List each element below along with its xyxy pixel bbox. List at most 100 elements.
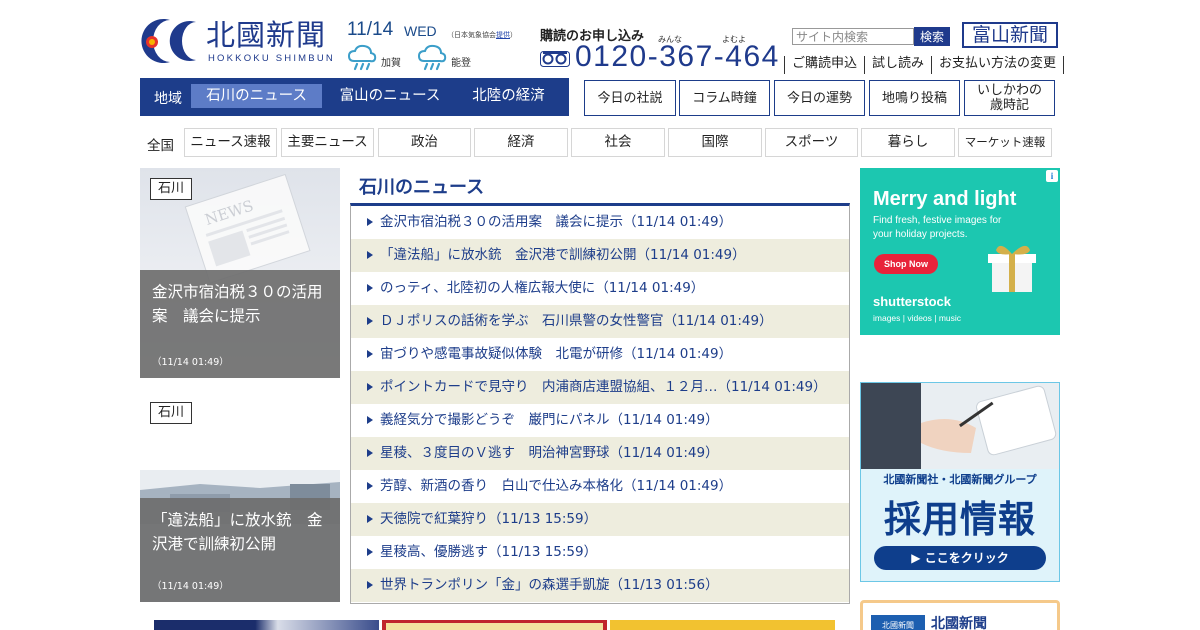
hokkoku-logo[interactable]: 北國新聞 HOKKOKU SHIMBUN xyxy=(140,16,340,66)
tab-economy[interactable]: 経済 xyxy=(474,128,568,157)
arrow-icon xyxy=(367,416,373,424)
list-item[interactable]: 星稜、３度目のＶ逃す 明治神宮野球（11/14 01:49） xyxy=(351,437,849,470)
news-list: 金沢市宿泊税３０の活用案 議会に提示（11/14 01:49） 「違法船」に放水… xyxy=(350,203,850,604)
reader-posts-button[interactable]: 地鳴り投稿 xyxy=(869,80,960,116)
logo-text: 北國新聞 xyxy=(206,18,327,52)
list-item[interactable]: 宙づりや感電事故疑似体験 北電が研修（11/14 01:49） xyxy=(351,338,849,371)
list-item[interactable]: 天徳院で紅葉狩り（11/13 15:59） xyxy=(351,503,849,536)
logo-subtitle: HOKKOKU SHIMBUN xyxy=(208,53,335,64)
region-badge: 石川 xyxy=(150,402,192,424)
arrow-icon xyxy=(367,218,373,226)
hokkoku-banner[interactable]: 北國新聞 北國新聞 xyxy=(860,600,1060,630)
recruitment-ad[interactable]: 北國新聞社・北國新聞グループ 採用情報 ▶ ここをクリック xyxy=(860,382,1060,582)
subscribe-phone-number[interactable]: 0120-367-464 xyxy=(575,40,780,74)
site-search-button[interactable]: 検索 xyxy=(914,27,950,46)
shop-now-button[interactable]: Shop Now xyxy=(874,254,938,274)
arrow-icon xyxy=(367,515,373,523)
feature-headline[interactable]: 「違法船」に放水銃 金沢港で訓練初公開 xyxy=(152,508,334,556)
list-item[interactable]: のっティ、北陸初の人権広報大使に（11/14 01:49） xyxy=(351,272,849,305)
tab-toyama-news[interactable]: 富山のニュース xyxy=(325,84,455,108)
tab-breaking-news[interactable]: ニュース速報 xyxy=(184,128,277,157)
tab-society[interactable]: 社会 xyxy=(571,128,665,157)
region-nav-label: 地域 xyxy=(154,91,182,107)
list-item[interactable]: 「違法船」に放水銃 金沢港で訓練初公開（11/14 01:49） xyxy=(351,239,849,272)
news-headline[interactable]: のっティ、北陸初の人権広報大使に（11/14 01:49） xyxy=(380,280,704,296)
ad-info-icon[interactable]: i xyxy=(1046,170,1058,182)
shutterstock-ad[interactable]: i Merry and light Find fresh, festive im… xyxy=(860,168,1060,335)
trial-link[interactable]: 試し読み xyxy=(864,56,931,74)
arrow-icon xyxy=(367,317,373,325)
news-headline[interactable]: ＤＪポリスの話術を学ぶ 石川県警の女性警官（11/14 01:49） xyxy=(380,313,773,329)
arrow-icon xyxy=(367,482,373,490)
tab-international[interactable]: 国際 xyxy=(668,128,762,157)
recruit-click-button[interactable]: ▶ ここをクリック xyxy=(874,546,1046,570)
arrow-icon xyxy=(367,449,373,457)
feature-caption: 「違法船」に放水銃 金沢港で訓練初公開 （11/14 01:49） xyxy=(140,498,340,602)
news-headline[interactable]: 天徳院で紅葉狩り（11/13 15:59） xyxy=(380,511,597,527)
logo-mark-icon xyxy=(141,19,196,63)
news-headline[interactable]: 世界トランポリン「金」の森選手凱旋（11/13 01:56） xyxy=(380,577,719,593)
column-jisho-button[interactable]: コラム時鐘 xyxy=(679,80,770,116)
recruit-org: 北國新聞社・北國新聞グループ xyxy=(883,473,1037,486)
list-item[interactable]: 星稜高、優勝逃す（11/13 15:59） xyxy=(351,536,849,569)
today-weekday: WED xyxy=(404,23,437,39)
tab-lifestyle[interactable]: 暮らし xyxy=(861,128,955,157)
recruit-title: 採用情報 xyxy=(884,498,1036,541)
arrow-icon xyxy=(367,548,373,556)
section-title: 石川のニュース xyxy=(359,177,485,198)
horoscope-button[interactable]: 今日の運勢 xyxy=(774,80,865,116)
site-search-input[interactable] xyxy=(792,28,914,45)
tab-sports[interactable]: スポーツ xyxy=(765,128,858,157)
tab-hokuriku-economy[interactable]: 北陸の経済 xyxy=(458,84,559,108)
list-item[interactable]: ＤＪポリスの話術を学ぶ 石川県警の女性警官（11/14 01:49） xyxy=(351,305,849,338)
news-headline[interactable]: 金沢市宿泊税３０の活用案 議会に提示（11/14 01:49） xyxy=(380,214,732,230)
list-item[interactable]: 金沢市宿泊税３０の活用案 議会に提示（11/14 01:49） xyxy=(351,206,849,239)
arrow-icon xyxy=(367,284,373,292)
hand-writing-photo xyxy=(861,383,1059,469)
freedial-icon xyxy=(540,51,570,67)
region-badge: 石川 xyxy=(150,178,192,200)
category-nav-label: 全国 xyxy=(147,138,174,154)
list-item[interactable]: 芳醇、新酒の香り 白山で仕込み本格化（11/14 01:49） xyxy=(351,470,849,503)
feature-headline[interactable]: 金沢市宿泊税３０の活用案 議会に提示 xyxy=(152,280,334,328)
weather-credit-link[interactable]: 提供 xyxy=(496,31,510,39)
news-headline[interactable]: 「違法船」に放水銃 金沢港で訓練初公開（11/14 01:49） xyxy=(380,247,746,263)
arrow-icon xyxy=(367,251,373,259)
ad-brand: shutterstock xyxy=(873,294,952,309)
list-item[interactable]: 義経気分で撮影どうぞ 巌門にパネル（11/14 01:49） xyxy=(351,404,849,437)
tab-market-news[interactable]: マーケット速報 xyxy=(958,128,1052,157)
news-headline[interactable]: 義経気分で撮影どうぞ 巌門にパネル（11/14 01:49） xyxy=(380,412,719,428)
tab-top-news[interactable]: 主要ニュース xyxy=(281,128,374,157)
tab-politics[interactable]: 政治 xyxy=(378,128,471,157)
weather-area-label: 加賀 xyxy=(381,58,401,69)
news-headline[interactable]: 星稜、３度目のＶ逃す 明治神宮野球（11/14 01:49） xyxy=(380,445,719,461)
news-headline[interactable]: 芳醇、新酒の香り 白山で仕込み本格化（11/14 01:49） xyxy=(380,478,732,494)
subscription-links: ご購読申込 試し読み お支払い方法の変更 xyxy=(784,56,1065,74)
feature-caption: 金沢市宿泊税３０の活用案 議会に提示 （11/14 01:49） xyxy=(140,270,340,378)
editorial-button[interactable]: 今日の社説 xyxy=(584,80,676,116)
list-item[interactable]: ポイントカードで見守り 内浦商店連盟協組、１２月…（11/14 01:49） xyxy=(351,371,849,404)
toyama-shimbun-logo[interactable]: 富山新聞 xyxy=(962,22,1058,48)
list-item[interactable]: 世界トランポリン「金」の森選手凱旋（11/13 01:56） xyxy=(351,569,849,602)
ishikawa-almanac-button[interactable]: いしかわの 歳時記 xyxy=(964,80,1055,116)
bottom-banner[interactable] xyxy=(610,620,835,630)
today-date: 11/14 xyxy=(347,19,394,40)
subscribe-link[interactable]: ご購読申込 xyxy=(784,56,864,74)
feature-timestamp: （11/14 01:49） xyxy=(152,357,229,368)
tab-ishikawa-news[interactable]: 石川のニュース xyxy=(191,84,322,108)
region-nav: 地域 石川のニュース 富山のニュース 北陸の経済 xyxy=(140,78,569,116)
feature-article[interactable]: NEWS 石川 金沢市宿泊税３０の活用案 議会に提示 （11/14 01:49） xyxy=(140,168,340,378)
weather-area-label: 能登 xyxy=(451,58,471,69)
news-headline[interactable]: ポイントカードで見守り 内浦商店連盟協組、１２月…（11/14 01:49） xyxy=(380,379,827,395)
ad-title: Merry and light xyxy=(873,188,1017,210)
rain-cloud-icon xyxy=(417,44,447,71)
bottom-banner[interactable] xyxy=(154,620,379,630)
bottom-banner[interactable] xyxy=(382,620,607,630)
arrow-icon xyxy=(367,383,373,391)
news-headline[interactable]: 宙づりや感電事故疑似体験 北電が研修（11/14 01:49） xyxy=(380,346,732,362)
feature-article[interactable]: 石川 「違法船」に放水銃 金沢港で訓練初公開 （11/14 01:49） xyxy=(140,394,340,602)
ad-brand-sub: images | videos | music xyxy=(873,313,962,323)
payment-change-link[interactable]: お支払い方法の変更 xyxy=(931,56,1065,74)
rain-cloud-icon xyxy=(347,44,377,71)
news-headline[interactable]: 星稜高、優勝逃す（11/13 15:59） xyxy=(380,544,597,560)
